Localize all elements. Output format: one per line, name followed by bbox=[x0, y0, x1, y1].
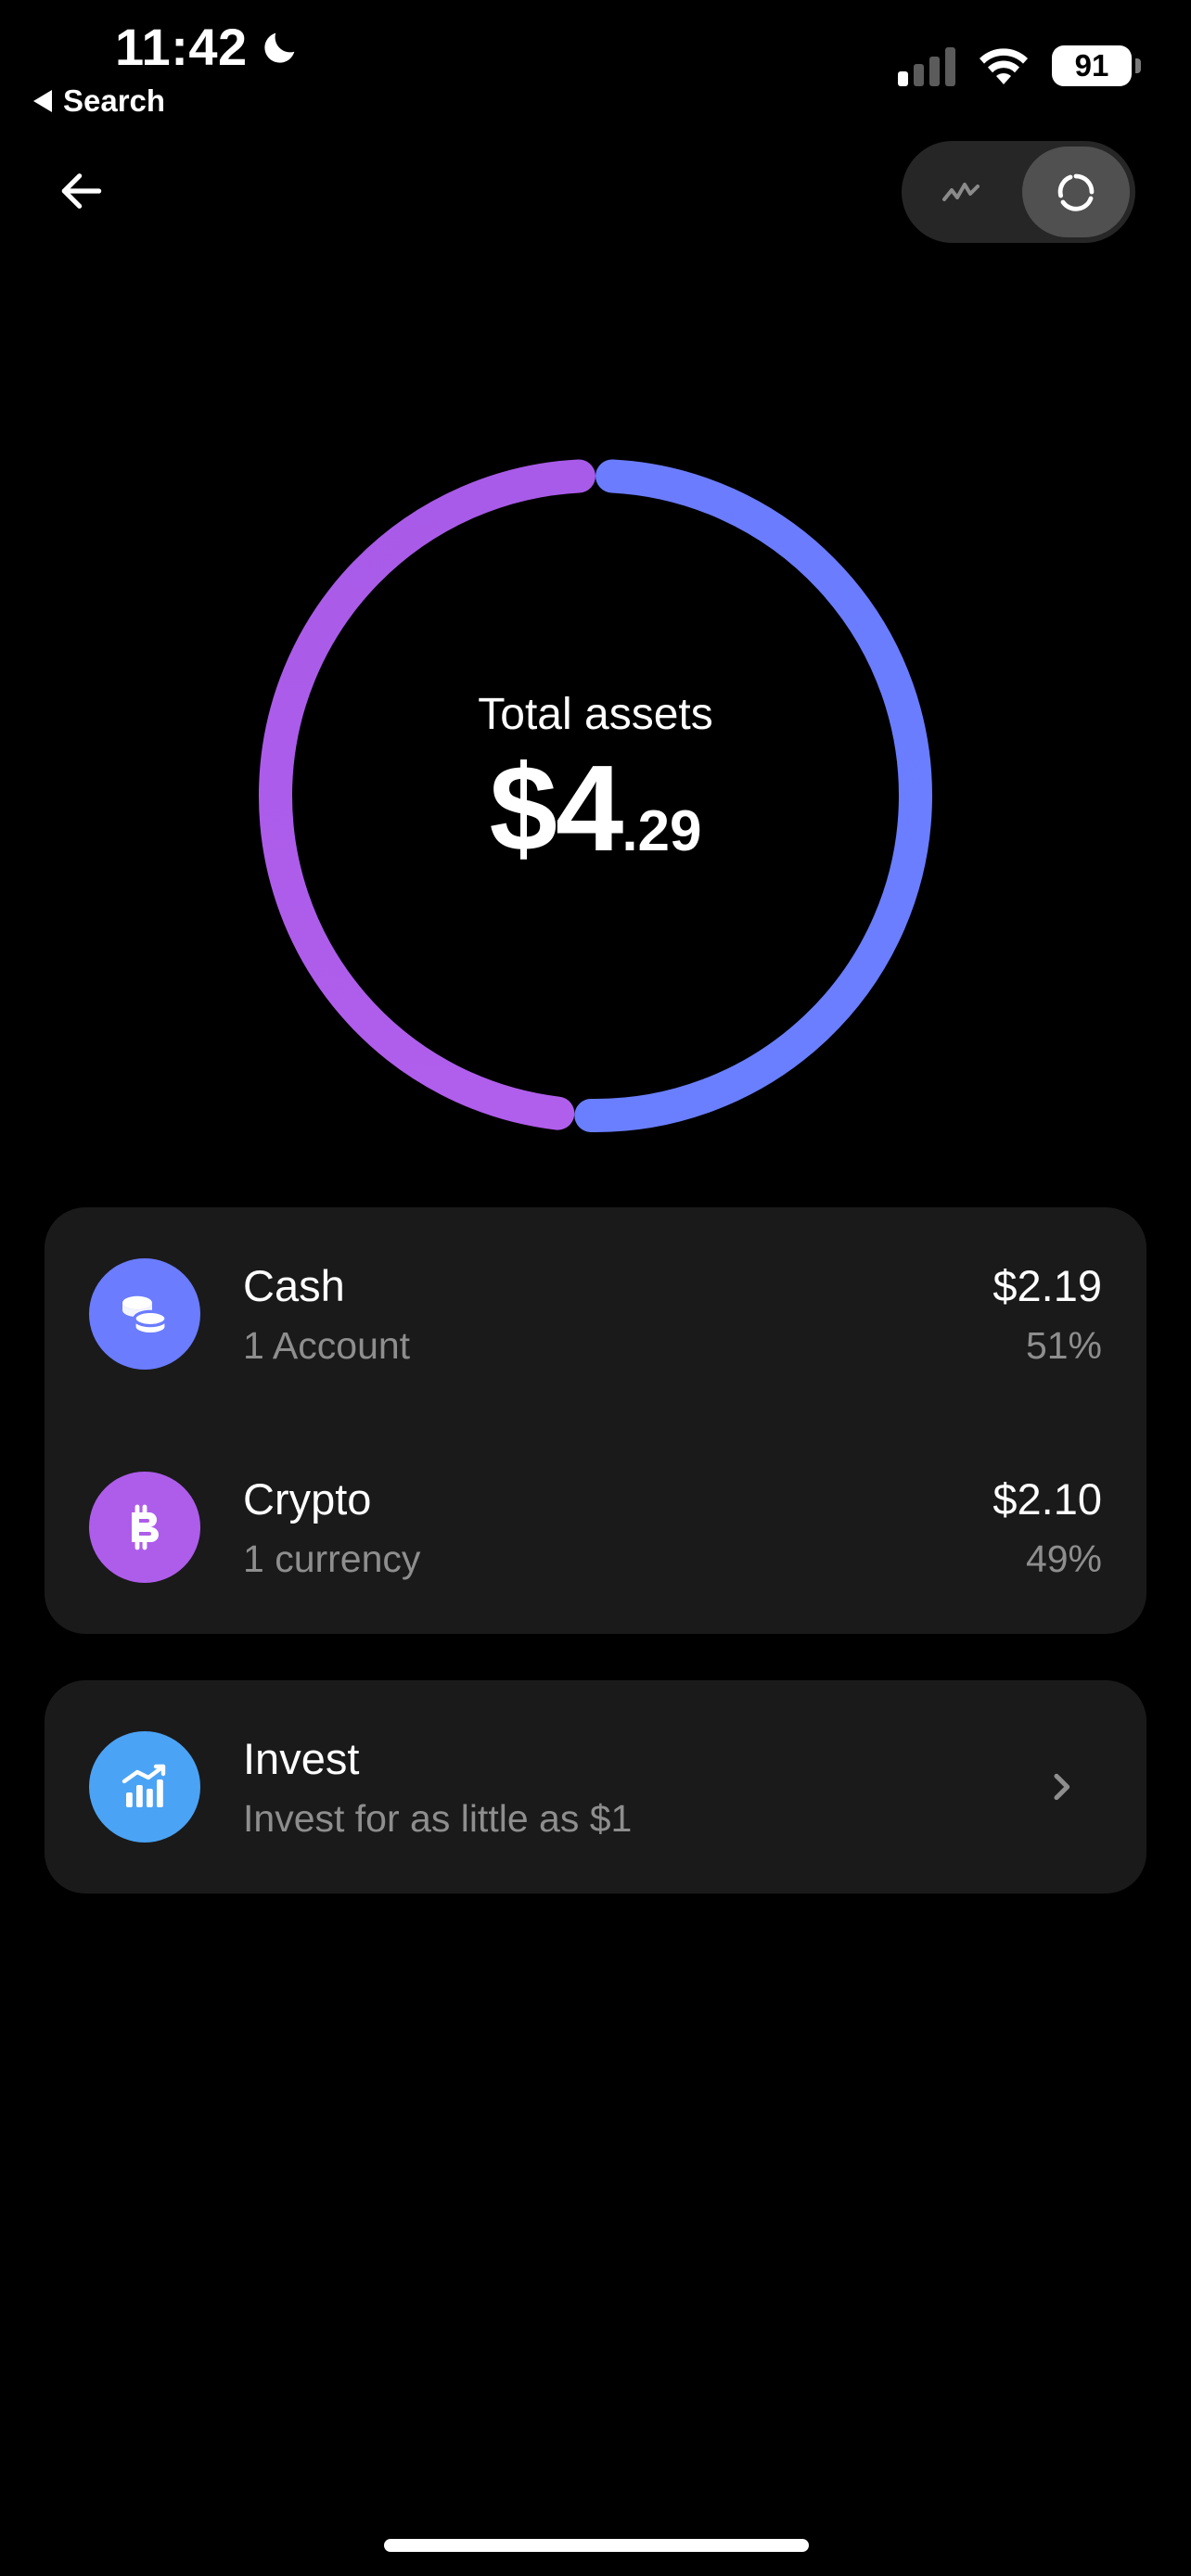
back-to-search-label: Search bbox=[63, 83, 166, 118]
invest-title: Invest bbox=[243, 1734, 360, 1783]
crypto-amount: $2.10 bbox=[992, 1474, 1102, 1524]
invest-row[interactable]: Invest Invest for as little as $1 bbox=[45, 1680, 1146, 1894]
signal-bar-1 bbox=[898, 71, 908, 86]
ring-view-option[interactable] bbox=[1022, 147, 1130, 237]
total-assets-amount: $4 .29 bbox=[489, 739, 702, 876]
crypto-text: Crypto 1 currency bbox=[243, 1473, 992, 1581]
asset-row-cash[interactable]: Cash 1 Account $2.19 51% bbox=[45, 1207, 1146, 1421]
invest-icon-badge bbox=[89, 1731, 200, 1843]
signal-bar-4 bbox=[945, 47, 955, 86]
signal-bar-3 bbox=[929, 57, 940, 86]
cash-amount: $2.19 bbox=[992, 1261, 1102, 1310]
invest-card[interactable]: Invest Invest for as little as $1 bbox=[45, 1680, 1146, 1894]
chart-view-toggle[interactable] bbox=[902, 141, 1135, 243]
home-indicator[interactable] bbox=[384, 2539, 809, 2552]
crypto-percent: 49% bbox=[1025, 1537, 1102, 1580]
asset-row-crypto[interactable]: Crypto 1 currency $2.10 49% bbox=[45, 1421, 1146, 1634]
moon-icon bbox=[264, 32, 294, 63]
bar-chart-icon bbox=[122, 1764, 166, 1807]
line-view-option[interactable] bbox=[907, 147, 1015, 237]
battery-level: 91 bbox=[1052, 45, 1132, 86]
donut-chart-icon bbox=[1057, 173, 1095, 211]
total-assets-ring-chart: Total assets $4 .29 bbox=[258, 458, 933, 1133]
wifi-icon bbox=[980, 48, 1028, 84]
battery-indicator: 91 bbox=[1052, 45, 1141, 86]
arrow-left-icon bbox=[61, 173, 102, 209]
total-amount-cents: .29 bbox=[621, 798, 702, 863]
cash-icon-badge bbox=[89, 1258, 200, 1370]
chevron-right-icon bbox=[1054, 1773, 1070, 1801]
crypto-icon-badge bbox=[89, 1472, 200, 1583]
signal-bar-2 bbox=[914, 64, 924, 86]
back-triangle-icon bbox=[33, 90, 52, 112]
crypto-values: $2.10 49% bbox=[992, 1473, 1102, 1581]
coins-icon bbox=[122, 1295, 168, 1336]
back-to-search[interactable]: Search bbox=[33, 83, 165, 119]
cash-title: Cash bbox=[243, 1261, 345, 1310]
status-time: 11:42 bbox=[115, 17, 301, 77]
cash-subtitle: 1 Account bbox=[243, 1324, 411, 1367]
bitcoin-icon bbox=[132, 1504, 159, 1550]
status-clock: 11:42 bbox=[115, 18, 248, 76]
ring-center: Total assets $4 .29 bbox=[258, 458, 933, 1133]
total-amount-whole: $4 bbox=[489, 739, 623, 876]
crypto-title: Crypto bbox=[243, 1474, 372, 1524]
crypto-subtitle: 1 currency bbox=[243, 1537, 421, 1580]
invest-subtitle: Invest for as little as $1 bbox=[243, 1797, 633, 1840]
back-button[interactable] bbox=[48, 158, 115, 224]
status-indicators: 91 bbox=[898, 45, 1141, 87]
cash-values: $2.19 51% bbox=[992, 1260, 1102, 1368]
cellular-signal-icon bbox=[898, 45, 955, 86]
cash-percent: 51% bbox=[1025, 1324, 1102, 1367]
line-chart-icon bbox=[942, 183, 980, 201]
battery-nub bbox=[1135, 58, 1141, 73]
cash-text: Cash 1 Account bbox=[243, 1260, 992, 1368]
invest-text: Invest Invest for as little as $1 bbox=[243, 1733, 1043, 1841]
total-assets-label: Total assets bbox=[478, 689, 713, 739]
assets-breakdown-card: Cash 1 Account $2.19 51% Crypto 1 curren… bbox=[45, 1207, 1146, 1634]
